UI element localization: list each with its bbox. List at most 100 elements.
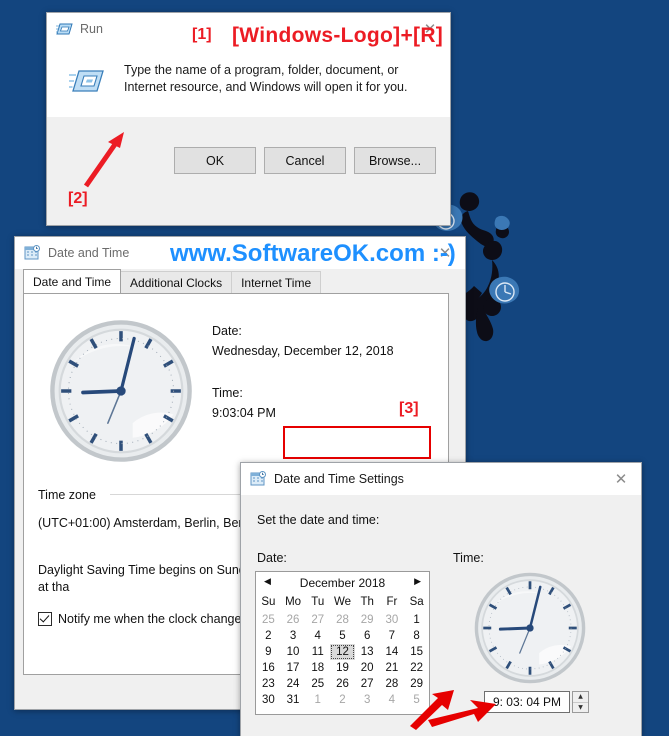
calendar-day[interactable]: 5: [330, 628, 355, 644]
calendar-next-month-icon[interactable]: ▶: [414, 577, 421, 587]
calendar-week-row: 2345678: [256, 628, 429, 644]
calendar-day[interactable]: 28: [330, 612, 355, 628]
calendar-grid: Su Mo Tu We Th Fr Sa 25 26 27 28 29 30 1 2 3 4 5 6 7 8 9 10 11…: [256, 594, 429, 708]
notify-checkbox[interactable]: [38, 612, 52, 626]
calendar-day[interactable]: 21: [380, 660, 405, 676]
annotation-marker-3: [3]: [399, 400, 419, 417]
settings-close-button[interactable]: ✕: [601, 463, 641, 495]
calendar-day[interactable]: 14: [380, 644, 405, 660]
calendar-day[interactable]: 6: [355, 628, 380, 644]
settings-heading: Set the date and time:: [257, 513, 380, 527]
calendar-day[interactable]: 7: [380, 628, 405, 644]
ok-button[interactable]: OK: [174, 147, 256, 174]
date-time-icon: [24, 245, 40, 260]
analog-clock-settings: [474, 572, 586, 684]
calendar-weekday-we: We: [333, 596, 351, 608]
tabstrip: Date and Time Additional Clocks Internet…: [15, 269, 465, 293]
calendar-day[interactable]: 2: [256, 628, 281, 644]
browse-button[interactable]: Browse...: [354, 147, 436, 174]
calendar-day[interactable]: 26: [330, 676, 355, 692]
calendar-weekday-tu: Tu: [311, 596, 325, 608]
date-time-icon: [250, 471, 266, 486]
calendar-day[interactable]: 31: [281, 692, 306, 708]
calendar-day[interactable]: 3: [355, 692, 380, 708]
calendar-week-row: 25 26 27 28 29 30 1: [256, 612, 429, 628]
calendar-day[interactable]: 4: [305, 628, 330, 644]
change-button-highlight: [283, 426, 431, 459]
notify-checkbox-row[interactable]: Notify me when the clock changes: [38, 612, 248, 626]
timezone-value: (UTC+01:00) Amsterdam, Berlin, Bern,: [38, 516, 254, 530]
run-program-icon: [69, 70, 104, 92]
annotation-marker-1: [1]: [192, 26, 212, 43]
calendar-day[interactable]: 11: [305, 644, 330, 660]
calendar-day[interactable]: 26: [281, 612, 306, 628]
calendar-day[interactable]: 15: [404, 644, 429, 660]
calendar-day[interactable]: 30: [256, 692, 281, 708]
calendar-week-row: 30 31 1 2 3 4 5: [256, 692, 429, 708]
calendar-day[interactable]: 16: [256, 660, 281, 676]
settings-time-label: Time:: [453, 551, 484, 565]
calendar-day[interactable]: 22: [404, 660, 429, 676]
calendar-day-selected[interactable]: 12: [330, 644, 355, 660]
calendar-header: ◀ December 2018 ▶: [256, 572, 429, 594]
calendar-weekday-sa: Sa: [409, 596, 424, 608]
run-title: Run: [80, 22, 103, 36]
calendar-day[interactable]: 13: [355, 644, 380, 660]
red-arrow-to-open-field: [83, 132, 124, 188]
spin-up-icon[interactable]: ▲: [573, 692, 588, 703]
tab-additional-clocks[interactable]: Additional Clocks: [120, 271, 233, 293]
calendar-week-row: 23 24 25 26 27 28 29: [256, 676, 429, 692]
calendar-day[interactable]: 3: [281, 628, 306, 644]
spin-down-icon[interactable]: ▼: [573, 703, 588, 713]
calendar[interactable]: ◀ December 2018 ▶ Su Mo Tu We Th Fr Sa 25 26 27 2…: [255, 571, 430, 715]
date-label: Date:: [212, 324, 242, 338]
watermark-main: www.SoftwareOK.com :-): [170, 240, 456, 267]
calendar-day[interactable]: 9: [256, 644, 281, 660]
calendar-day[interactable]: 19: [330, 660, 355, 676]
time-label: Time:: [212, 386, 243, 400]
spin-buttons[interactable]: ▲ ▼: [572, 691, 589, 713]
calendar-day[interactable]: 20: [355, 660, 380, 676]
settings-titlebar: Date and Time Settings ✕: [241, 463, 641, 495]
calendar-day[interactable]: 30: [380, 612, 405, 628]
annotation-marker-2: [2]: [68, 190, 88, 207]
red-arrow-to-time-field: [410, 690, 496, 730]
tab-internet-time[interactable]: Internet Time: [231, 271, 322, 293]
annotation-shortcut-text: [Windows-Logo]+[R]: [232, 24, 444, 47]
calendar-month-title[interactable]: December 2018: [300, 576, 385, 590]
calendar-day[interactable]: 1: [305, 692, 330, 708]
calendar-day[interactable]: 18: [305, 660, 330, 676]
calendar-day[interactable]: 25: [256, 612, 281, 628]
calendar-day[interactable]: 28: [380, 676, 405, 692]
calendar-day[interactable]: 23: [256, 676, 281, 692]
calendar-weekday-su: Su: [261, 596, 276, 608]
calendar-day[interactable]: 24: [281, 676, 306, 692]
calendar-day[interactable]: 1: [404, 612, 429, 628]
time-value: 9:03:04 PM: [212, 406, 276, 420]
calendar-day[interactable]: 4: [380, 692, 405, 708]
calendar-day[interactable]: 27: [355, 676, 380, 692]
calendar-day[interactable]: 8: [404, 628, 429, 644]
run-button-row: OK Cancel Browse...: [174, 147, 436, 174]
time-spinner[interactable]: 9: 03: 04 PM ▲ ▼: [484, 691, 589, 713]
calendar-day[interactable]: 10: [281, 644, 306, 660]
calendar-day[interactable]: 25: [305, 676, 330, 692]
calendar-day[interactable]: 27: [305, 612, 330, 628]
tab-date-and-time[interactable]: Date and Time: [23, 269, 122, 293]
calendar-day[interactable]: 17: [281, 660, 306, 676]
date-time-title: Date and Time: [48, 246, 130, 260]
settings-title: Date and Time Settings: [274, 472, 404, 486]
cancel-button[interactable]: Cancel: [264, 147, 346, 174]
calendar-day[interactable]: 2: [330, 692, 355, 708]
calendar-weekday-row: Su Mo Tu We Th Fr Sa: [256, 594, 429, 612]
analog-clock-main: [50, 320, 192, 462]
calendar-weekday-th: Th: [360, 596, 374, 608]
calendar-weekday-fr: Fr: [386, 596, 398, 608]
run-description: Type the name of a program, folder, docu…: [124, 63, 408, 94]
calendar-day[interactable]: 29: [355, 612, 380, 628]
calendar-week-row: 16 17 18 19 20 21 22: [256, 660, 429, 676]
timezone-legend: Time zone: [38, 488, 102, 502]
settings-date-label: Date:: [257, 551, 287, 565]
notify-checkbox-label: Notify me when the clock changes: [58, 612, 248, 626]
calendar-prev-month-icon[interactable]: ◀: [264, 577, 271, 587]
